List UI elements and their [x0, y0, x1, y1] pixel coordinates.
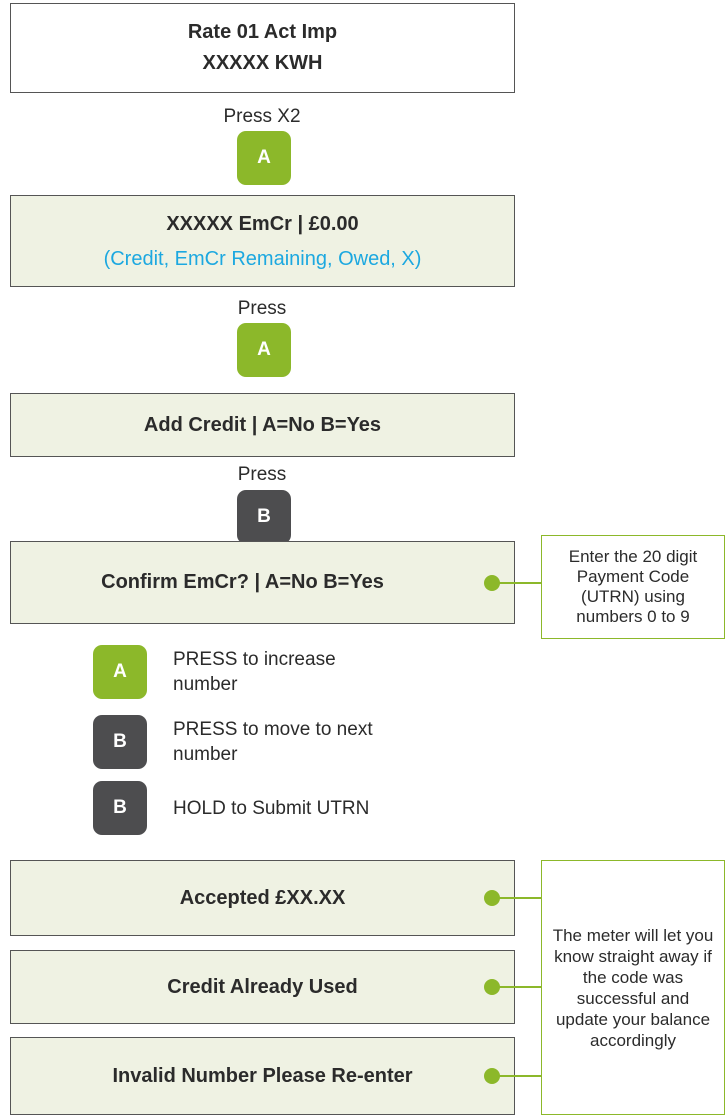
press-x2-label: Press X2: [223, 106, 301, 127]
legend-increase-text: PRESS to increase number: [173, 649, 336, 695]
result-invalid-text: Invalid Number Please Re-enter: [112, 1064, 413, 1087]
result-used-text: Credit Already Used: [167, 975, 358, 998]
display-rate-box: Rate 01 Act Imp XXXXX KWH: [10, 3, 515, 93]
display-add-credit-box: Add Credit | A=No B=Yes: [10, 393, 515, 457]
connector-line: [492, 897, 542, 899]
legend-next-number-text: PRESS to move to next number: [173, 719, 373, 765]
display-rate-line2: XXXXX KWH: [202, 52, 323, 74]
button-a-icon: A: [237, 131, 291, 185]
button-a-icon: A: [237, 323, 291, 377]
result-invalid-box: Invalid Number Please Re-enter: [10, 1037, 515, 1115]
press-label-2: Press: [237, 464, 287, 485]
press-label-1: Press: [237, 298, 287, 319]
legend-submit-text: HOLD to Submit UTRN: [173, 798, 370, 819]
button-b-icon: B: [93, 715, 147, 769]
result-accepted-text: Accepted £XX.XX: [179, 886, 346, 909]
result-note: The meter will let you know straight awa…: [541, 860, 725, 1115]
result-accepted-box: Accepted £XX.XX: [10, 860, 515, 936]
display-emcr-line1: XXXXX EmCr | £0.00: [166, 212, 359, 235]
utrn-note: Enter the 20 digit Payment Code (UTRN) u…: [541, 535, 725, 639]
display-add-credit-text: Add Credit | A=No B=Yes: [143, 413, 382, 436]
display-emcr-box: XXXXX EmCr | £0.00 (Credit, EmCr Remaini…: [10, 195, 515, 287]
button-b-icon: B: [237, 490, 291, 544]
button-a-icon: A: [93, 645, 147, 699]
button-b-icon: B: [93, 781, 147, 835]
result-used-box: Credit Already Used: [10, 950, 515, 1024]
connector-line: [492, 986, 542, 988]
connector-line: [492, 582, 542, 584]
connector-line: [492, 1075, 542, 1077]
display-confirm-emcr-text: Confirm EmCr? | A=No B=Yes: [101, 571, 384, 593]
display-rate-line1: Rate 01 Act Imp: [187, 21, 338, 43]
display-emcr-options: (Credit, EmCr Remaining, Owed, X): [103, 247, 422, 270]
display-confirm-emcr-box: Confirm EmCr? | A=No B=Yes: [10, 541, 515, 624]
